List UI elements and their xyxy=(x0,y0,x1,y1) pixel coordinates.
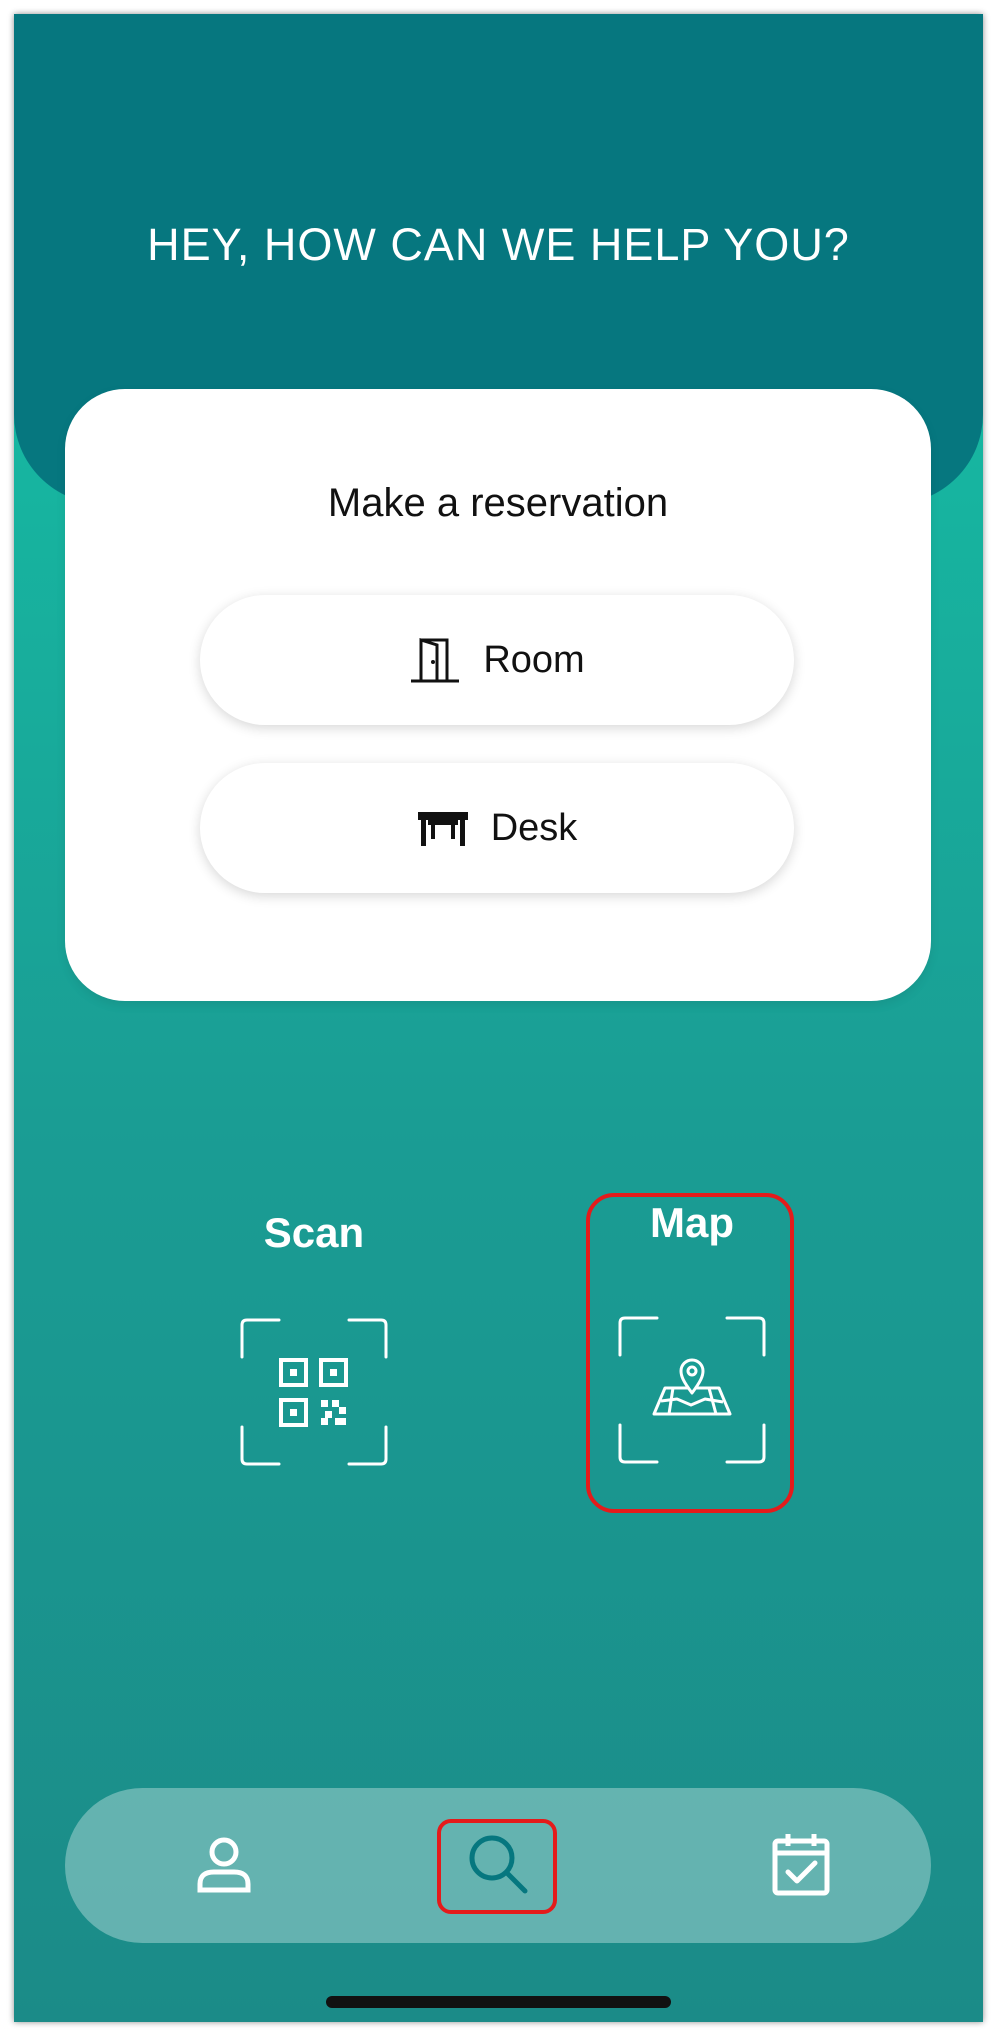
home-indicator[interactable] xyxy=(326,1996,671,2008)
app-screen: HEY, HOW CAN WE HELP YOU? Make a reserva… xyxy=(14,14,983,2022)
map-label: Map xyxy=(650,1199,734,1246)
door-icon xyxy=(409,636,461,684)
qr-code-icon xyxy=(239,1317,389,1467)
map-button[interactable]: Map xyxy=(587,1199,797,1465)
page-title: HEY, HOW CAN WE HELP YOU? xyxy=(147,219,850,270)
reservation-card: Make a reservation Room Desk xyxy=(65,389,931,1001)
scan-label: Scan xyxy=(263,1209,365,1256)
room-button[interactable]: Room xyxy=(200,595,794,725)
desk-button[interactable]: Desk xyxy=(200,763,794,893)
desk-icon xyxy=(417,806,469,850)
bottom-nav xyxy=(65,1788,931,1943)
search-icon xyxy=(465,1831,531,1902)
room-label: Room xyxy=(483,638,585,681)
nav-calendar[interactable] xyxy=(759,1824,843,1908)
nav-search[interactable] xyxy=(456,1824,540,1908)
map-pin-icon xyxy=(617,1315,767,1465)
reservation-title: Make a reservation xyxy=(327,481,669,525)
nav-profile[interactable] xyxy=(182,1824,266,1908)
desk-label: Desk xyxy=(490,806,578,849)
profile-icon xyxy=(192,1832,256,1901)
scan-button[interactable]: Scan xyxy=(209,1209,419,1467)
calendar-check-icon xyxy=(771,1831,831,1902)
